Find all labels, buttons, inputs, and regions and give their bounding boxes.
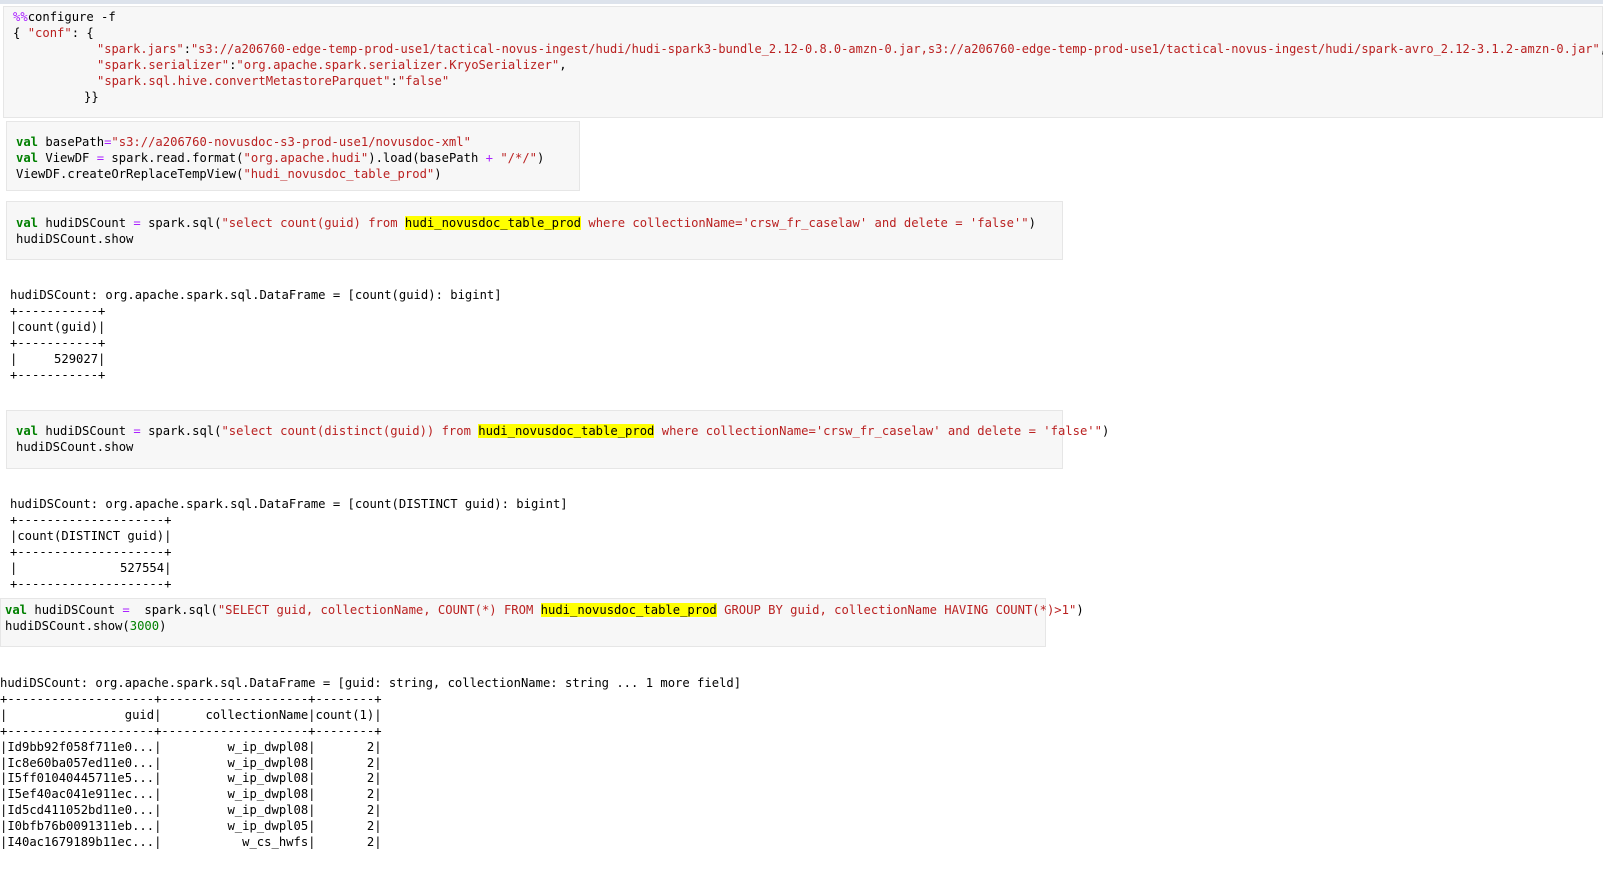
count-guid-line-2: hudiDSCount.show	[16, 232, 134, 246]
configure-line-3: "spark.jars":"s3://a206760-edge-temp-pro…	[97, 42, 1603, 56]
output-count-distinct-guid: hudiDSCount: org.apache.spark.sql.DataFr…	[10, 497, 568, 591]
configure-line-1: %%configure -f	[13, 10, 116, 24]
configure-line-5: "spark.sql.hive.convertMetastoreParquet"…	[97, 74, 450, 88]
count-distinct-line-1: val hudiDSCount = spark.sql("select coun…	[16, 424, 1110, 438]
table-name-highlight: hudi_novusdoc_table_prod	[404, 216, 582, 230]
top-toolbar-strip	[0, 0, 1603, 4]
count-distinct-line-2: hudiDSCount.show	[16, 440, 134, 454]
configure-line-6: }}	[84, 90, 99, 104]
basepath-line-2: val ViewDF = spark.read.format("org.apac…	[16, 151, 545, 165]
table-name-highlight: hudi_novusdoc_table_prod	[540, 603, 717, 617]
configure-line-2: { "conf": {	[13, 26, 94, 40]
basepath-line-1: val basePath="s3://a206760-novusdoc-s3-p…	[16, 135, 471, 149]
code-cell-count-distinct-guid[interactable]	[6, 410, 1063, 469]
output-group-by: hudiDSCount: org.apache.spark.sql.DataFr…	[0, 676, 742, 850]
basepath-line-3: ViewDF.createOrReplaceTempView("hudi_nov…	[16, 167, 442, 181]
group-by-line-1: val hudiDSCount = spark.sql("SELECT guid…	[5, 603, 1084, 617]
output-count-guid: hudiDSCount: org.apache.spark.sql.DataFr…	[10, 288, 502, 382]
configure-line-4: "spark.serializer":"org.apache.spark.ser…	[97, 58, 567, 72]
table-name-highlight: hudi_novusdoc_table_prod	[478, 424, 655, 438]
group-by-line-2: hudiDSCount.show(3000)	[5, 619, 167, 633]
count-guid-line-1: val hudiDSCount = spark.sql("select coun…	[16, 216, 1036, 230]
